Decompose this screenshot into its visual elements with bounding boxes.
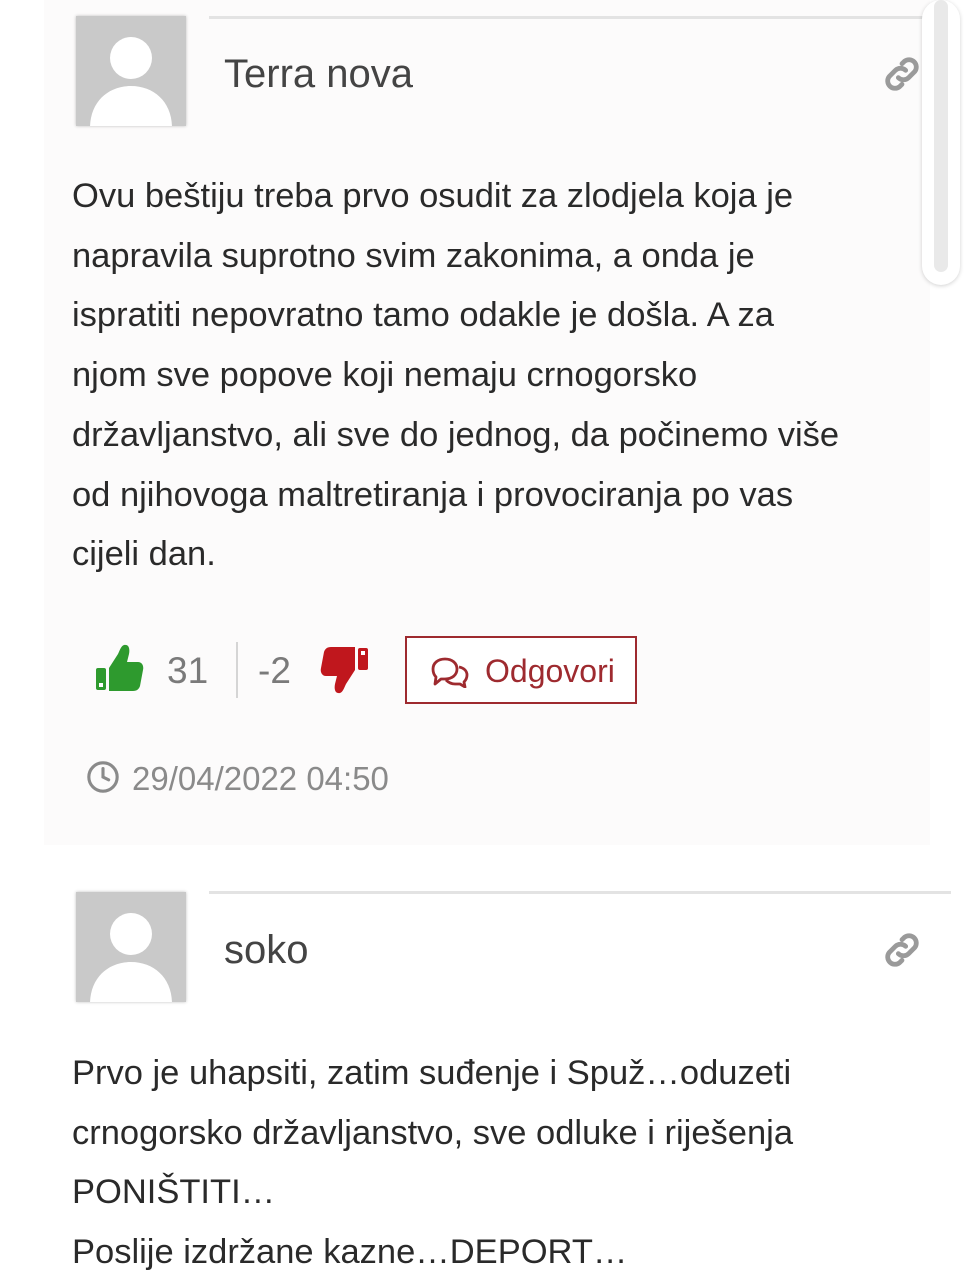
link-icon[interactable] [880,52,924,96]
comments-page: Terra nova Ovu beštiju treba prvo osudit… [0,0,978,1280]
comment-line: Poslije izdržane kazne…DEPORT… [72,1233,628,1272]
comment-line: njom sve popove koji nemaju crnogorsko [72,356,698,395]
reply-label: Odgovori [485,653,615,689]
reply-button[interactable]: Odgovori [405,636,637,704]
comment-line: cijeli dan. [72,535,216,574]
scrollbar-thumb[interactable] [934,0,948,272]
comment-divider [209,891,951,894]
clock-icon [86,760,120,802]
comment-line: PONIŠTITI… [72,1173,276,1212]
comment-line: crnogorsko državljanstvo, sve odluke i r… [72,1113,794,1152]
vote-row: 31 -2 Odgovori [92,636,652,708]
chat-bubbles-icon [429,656,471,696]
scrollbar[interactable] [922,0,960,285]
comment-line: napravila suprotno svim zakonima, a onda… [72,236,755,275]
vote-separator [236,642,238,698]
likes-count: 31 [167,650,209,691]
default-avatar-icon [76,892,186,1002]
thumbs-down-icon[interactable] [320,646,370,699]
comment-line: Prvo je uhapsiti, zatim suđenje i Spuž…o… [72,1054,792,1092]
comment-line: od njihovoga maltretiranja i provociranj… [72,475,794,514]
comment-line: ispratiti nepovratno tamo odakle je došl… [72,296,774,335]
dislikes-count: -2 [258,650,291,691]
comment-author[interactable]: soko [224,930,309,970]
comment-author[interactable]: Terra nova [224,54,413,94]
comment-line: državljanstvo, ali sve do jednog, da poč… [72,415,840,454]
timestamp-text: 29/04/2022 04:50 [132,760,389,797]
comment-body: Ovu beštiju treba prvo osudit za zlodjel… [72,167,839,585]
comment-body: Prvo je uhapsiti, zatim suđenje i Spuž…o… [72,1044,793,1280]
link-icon[interactable] [880,928,924,972]
comment-line: Ovu beštiju treba prvo osudit za zlodjel… [72,177,794,215]
default-avatar-icon [76,16,186,126]
comment-divider [209,16,925,19]
thumbs-up-icon[interactable] [94,644,144,697]
